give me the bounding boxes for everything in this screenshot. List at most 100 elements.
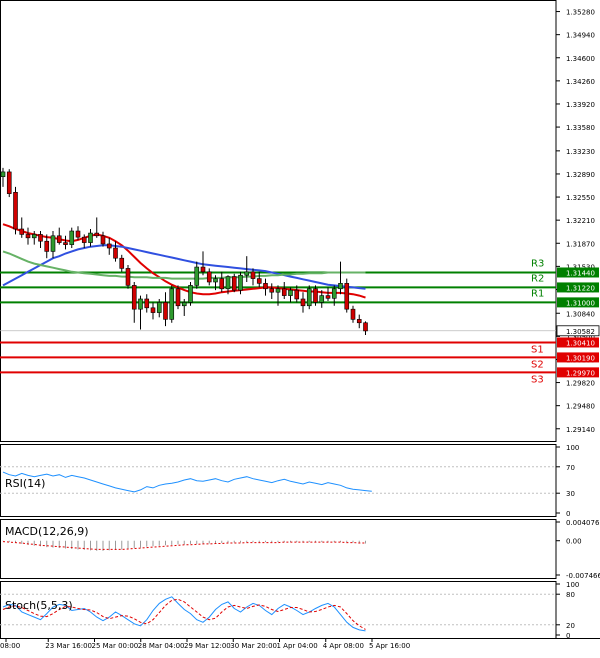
price-tick-label: 1.33580 [566,124,595,132]
macd-tick-label: 0.004076 [566,519,600,527]
candle-body [138,298,143,310]
price-tick-label: 1.34260 [566,78,595,86]
candle-body [181,302,187,307]
time-tick-label: 28 Mar 04:00 [138,642,185,650]
candle-body [269,288,275,293]
chart: R3 R2 R1 S1 S2 S3 1.35280 1.34940 1.34600 1.3426… [0,0,600,654]
candle-body [356,319,362,324]
candle-body [175,288,181,307]
candle-body [294,289,300,300]
stoch-label: Stoch(5,5,3) [5,599,73,612]
level-price-label-r1: 1.31000 [566,299,595,307]
price-tick-label: 1.34940 [566,32,595,40]
stoch-tick-label: 20 [566,622,575,630]
candle-body [19,228,25,235]
rsi-tick-label: 70 [566,464,575,472]
level-name-r3: R3 [531,258,544,269]
candle-body [169,288,175,320]
candle-body [6,171,12,194]
chart-canvas: R3 R2 R1 S1 S2 S3 1.35280 1.34940 1.34600 1.3426… [0,0,600,650]
price-tick-label: 1.31870 [566,240,595,248]
candle-body [213,278,218,283]
candle-body [156,302,162,313]
macd-label: MACD(12,26,9) [5,525,89,538]
candle-body [56,235,62,243]
price-tick-label: 1.33230 [566,148,595,156]
time-tick-label: 30 Mar 20:00 [230,642,277,650]
candle-body [200,266,206,273]
candle-body [144,298,150,309]
level-name-r2: R2 [531,273,544,284]
stoch-tick-label: 100 [566,581,579,589]
price-tick-label: 1.35280 [566,9,595,17]
price-tick-label: 1.29140 [566,426,595,434]
candle-body [125,268,131,286]
candle-body [281,288,287,296]
time-tick-label: 23 Mar 16:00 [45,642,92,650]
candle-body [131,285,137,310]
stoch-panel [0,593,556,632]
candle-body [219,278,225,290]
candle-body [44,240,50,252]
candle-body [313,288,318,303]
candle-body [100,235,106,245]
moving-average-line-3 [2,250,366,280]
candle-body [150,307,156,313]
candle-body [194,266,200,286]
price-tick-label: 1.32210 [566,217,595,225]
level-price-label-s1: 1.30410 [566,339,595,347]
stoch-tick-label: 0 [566,632,570,640]
candle-body [163,302,168,320]
candle-body [244,271,250,276]
candle-body [63,242,68,245]
candle-body [350,308,356,320]
level-price-label-r2: 1.31220 [566,284,595,292]
price-tick-label: 1.32550 [566,194,595,202]
time-tick-label: 25 Mar 00:00 [92,642,139,650]
rsi-label: RSI(14) [5,477,45,490]
candle-body [81,236,87,243]
current-price-label: 1.30582 [566,328,595,336]
candle-body [0,171,6,177]
time-tick-label: 29 Mar 12:00 [184,642,231,650]
level-name-s2: S2 [531,359,544,370]
axis-layer: 1.35280 1.34940 1.34600 1.34260 1.33920 1.335… [0,9,600,650]
candle-body [250,271,256,279]
price-tick-label: 1.29480 [566,403,595,411]
macd-panel [2,540,366,551]
level-name-s3: S3 [531,374,544,385]
level-name-s1: S1 [531,344,544,355]
level-price-label-r3: 1.31440 [566,269,595,277]
time-tick-label: 1 Apr 04:00 [277,642,318,650]
candle-body [288,289,293,296]
rsi-panel [0,466,556,494]
stoch-tick-label: 80 [566,591,575,599]
candle-body [106,243,112,249]
candle-body [344,283,350,310]
candle-body [363,322,368,332]
candle-body [331,288,337,299]
candle-body [300,298,306,307]
candle-body [25,234,31,239]
time-tick-label: 4 Apr 08:00 [323,642,364,650]
panel-frame-stoch [0,581,557,639]
rsi-tick-label: 0 [566,510,570,518]
candle-body [325,295,331,299]
rsi-line [2,471,372,493]
level-name-r1: R1 [531,288,544,299]
candle-body [38,234,43,242]
candle-body [69,230,75,245]
candle-body [94,232,100,237]
price-tick-label: 1.32890 [566,171,595,179]
price-tick-label: 1.29820 [566,380,595,388]
macd-tick-label: -0.007466 [566,572,600,580]
level-price-label-s2: 1.30190 [566,354,595,362]
candle-body [256,278,262,284]
candle-body [113,247,118,259]
candle-body [238,274,243,291]
price-tick-label: 1.33920 [566,101,595,109]
rsi-tick-label: 30 [566,490,575,498]
candle-body [225,276,231,290]
time-tick-label: 5 Apr 16:00 [369,642,410,650]
candle-body [88,232,93,243]
